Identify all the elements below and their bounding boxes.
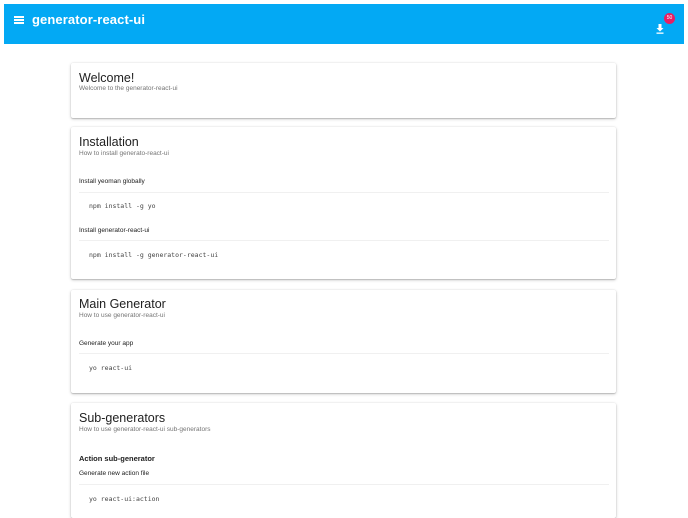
main-generator-title: Main Generator <box>79 297 166 311</box>
install-yeoman-command: npm install -g yo <box>89 202 156 210</box>
sub-generators-card: Sub-generators How to use generator-reac… <box>71 403 616 518</box>
welcome-card: Welcome! Welcome to the generator-react-… <box>71 63 616 118</box>
main-generator-card: Main Generator How to use generator-reac… <box>71 290 616 393</box>
sub-generators-subtitle: How to use generator-react-ui sub-genera… <box>79 426 211 433</box>
action-sub-generator-heading: Action sub-generator <box>79 454 155 463</box>
welcome-title: Welcome! <box>79 71 135 85</box>
divider <box>79 240 609 241</box>
app-title: generator-react-ui <box>32 12 146 27</box>
install-generator-label: Install generator-react-ui <box>79 227 150 234</box>
divider <box>79 192 609 193</box>
installation-subtitle: How to install generato-react-ui <box>79 150 169 157</box>
main-generator-subtitle: How to use generator-react-ui <box>79 312 165 319</box>
divider <box>79 484 609 485</box>
install-yeoman-label: Install yeoman globally <box>79 178 145 185</box>
generate-app-command: yo react-ui <box>89 364 133 372</box>
welcome-subtitle: Welcome to the generator-react-ui <box>79 85 178 92</box>
installation-card: Installation How to install generato-rea… <box>71 127 616 279</box>
divider <box>79 353 609 354</box>
sub-generators-title: Sub-generators <box>79 411 166 425</box>
generate-action-command: yo react-ui:action <box>89 495 160 503</box>
menu-icon[interactable] <box>14 14 28 26</box>
app-bar: generator-react-ui 50 <box>4 4 684 44</box>
generate-app-label: Generate your app <box>79 340 134 347</box>
download-icon[interactable] <box>653 22 667 36</box>
install-generator-command: npm install -g generator-react-ui <box>89 251 219 259</box>
notification-badge: 50 <box>664 13 675 24</box>
generate-action-label: Generate new action file <box>79 470 150 477</box>
installation-title: Installation <box>79 135 139 149</box>
